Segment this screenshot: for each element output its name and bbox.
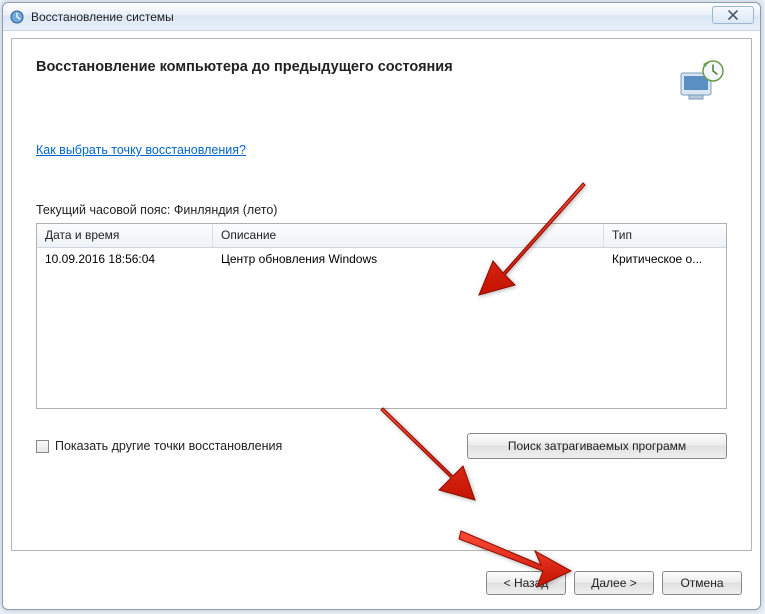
footer-buttons: < Назад Далее > Отмена [486, 571, 742, 595]
restore-icon [9, 9, 25, 25]
show-more-label: Показать другие точки восстановления [55, 439, 282, 453]
next-button[interactable]: Далее > [574, 571, 654, 595]
timezone-label: Текущий часовой пояс: Финляндия (лето) [36, 203, 727, 217]
cell-date: 10.09.2016 18:56:04 [37, 249, 213, 269]
system-restore-graphic-icon [675, 59, 727, 103]
system-restore-window: Восстановление системы Восстановление ко… [2, 2, 761, 610]
close-button[interactable] [712, 6, 754, 24]
column-header-date[interactable]: Дата и время [37, 224, 213, 247]
cell-type: Критическое о... [604, 249, 726, 269]
column-header-description[interactable]: Описание [213, 224, 604, 247]
window-title: Восстановление системы [31, 10, 174, 24]
show-more-checkbox[interactable] [36, 440, 49, 453]
page-heading: Восстановление компьютера до предыдущего… [36, 59, 453, 75]
titlebar: Восстановление системы [3, 3, 760, 31]
column-header-type[interactable]: Тип [604, 224, 726, 247]
back-button[interactable]: < Назад [486, 571, 566, 595]
affected-programs-button[interactable]: Поиск затрагиваемых программ [467, 433, 727, 459]
cell-description: Центр обновления Windows [213, 249, 604, 269]
help-link[interactable]: Как выбрать точку восстановления? [36, 143, 246, 157]
cancel-button[interactable]: Отмена [662, 571, 742, 595]
table-row[interactable]: 10.09.2016 18:56:04 Центр обновления Win… [37, 248, 726, 270]
content-panel: Восстановление компьютера до предыдущего… [11, 38, 752, 551]
restore-points-table: Дата и время Описание Тип 10.09.2016 18:… [36, 223, 727, 409]
table-header: Дата и время Описание Тип [37, 224, 726, 248]
